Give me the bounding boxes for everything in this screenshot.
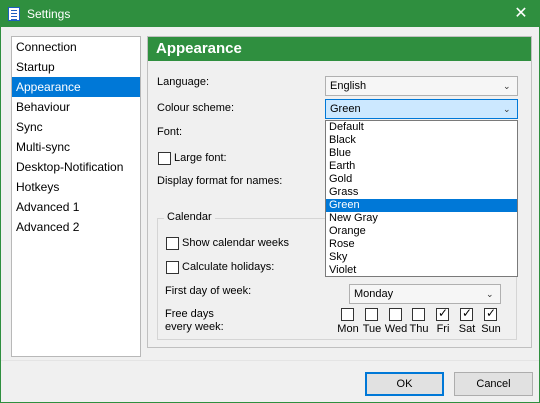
- free-day-sun-checkbox[interactable]: [484, 306, 497, 321]
- colour-option-green[interactable]: Green: [326, 199, 517, 212]
- chevron-down-icon: ⌄: [486, 289, 494, 299]
- free-days-label: Free days: [165, 308, 214, 320]
- large-font-label: Large font:: [174, 152, 227, 164]
- colour-option-sky[interactable]: Sky: [326, 251, 517, 264]
- calculate-holidays-label: Calculate holidays:: [182, 261, 275, 273]
- sidebar-item-connection[interactable]: Connection: [12, 37, 140, 57]
- colour-scheme-value: Green: [330, 103, 361, 115]
- colour-option-blue[interactable]: Blue: [326, 147, 517, 160]
- day-label-tue: Tue: [362, 323, 382, 335]
- colour-option-default[interactable]: Default: [326, 121, 517, 134]
- colour-option-black[interactable]: Black: [326, 134, 517, 147]
- calculate-holidays-checkbox[interactable]: [166, 261, 179, 274]
- free-day-thu-checkbox[interactable]: [412, 308, 425, 321]
- day-label-fri: Fri: [436, 323, 450, 335]
- day-label-sun: Sun: [481, 323, 501, 335]
- day-label-mon: Mon: [337, 323, 359, 335]
- title-bar: Settings ✕: [1, 1, 539, 27]
- cancel-button[interactable]: Cancel: [454, 372, 533, 396]
- sidebar-item-behaviour[interactable]: Behaviour: [12, 97, 140, 117]
- colour-option-new-gray[interactable]: New Gray: [326, 212, 517, 225]
- language-select[interactable]: English ⌄: [325, 76, 518, 96]
- app-document-icon: [8, 7, 20, 21]
- large-font-checkbox[interactable]: [158, 152, 171, 165]
- free-day-sat-checkbox[interactable]: [460, 306, 473, 321]
- settings-window: Settings ✕ Connection Startup Appearance…: [0, 0, 540, 403]
- settings-sidebar: Connection Startup Appearance Behaviour …: [11, 36, 141, 357]
- window-title: Settings: [27, 7, 71, 21]
- font-label: Font:: [157, 126, 183, 138]
- show-calendar-weeks-checkbox[interactable]: [166, 237, 179, 250]
- sidebar-item-multi-sync[interactable]: Multi-sync: [12, 137, 140, 157]
- sidebar-item-hotkeys[interactable]: Hotkeys: [12, 177, 140, 197]
- first-day-value: Monday: [354, 288, 394, 300]
- colour-option-earth[interactable]: Earth: [326, 160, 517, 173]
- colour-scheme-dropdown-list: Default Black Blue Earth Gold Grass Gree…: [325, 120, 518, 277]
- calendar-group-label: Calendar: [164, 211, 215, 223]
- day-label-sat: Sat: [458, 323, 476, 335]
- sidebar-item-appearance[interactable]: Appearance: [12, 77, 140, 97]
- sidebar-item-advanced-1[interactable]: Advanced 1: [12, 197, 140, 217]
- colour-option-gold[interactable]: Gold: [326, 173, 517, 186]
- free-day-mon-checkbox[interactable]: [341, 308, 354, 321]
- language-label: Language:: [157, 76, 209, 88]
- chevron-down-icon: ⌄: [503, 104, 511, 114]
- free-day-fri-checkbox[interactable]: [436, 306, 449, 321]
- colour-option-rose[interactable]: Rose: [326, 238, 517, 251]
- free-day-tue-checkbox[interactable]: [365, 308, 378, 321]
- free-day-wed-checkbox[interactable]: [389, 308, 402, 321]
- footer-divider: [1, 360, 539, 361]
- free-days-label-line2: every week:: [165, 321, 224, 333]
- colour-scheme-label: Colour scheme:: [157, 102, 235, 114]
- colour-option-violet[interactable]: Violet: [326, 264, 517, 277]
- ok-button[interactable]: OK: [365, 372, 444, 396]
- day-label-thu: Thu: [409, 323, 429, 335]
- show-calendar-weeks-label: Show calendar weeks: [182, 237, 290, 249]
- sidebar-item-sync[interactable]: Sync: [12, 117, 140, 137]
- chevron-down-icon: ⌄: [503, 81, 511, 91]
- colour-scheme-select[interactable]: Green ⌄: [325, 99, 518, 119]
- language-value: English: [330, 80, 367, 92]
- close-icon[interactable]: ✕: [509, 3, 533, 25]
- first-day-select[interactable]: Monday ⌄: [349, 284, 501, 304]
- first-day-label: First day of week:: [165, 285, 252, 297]
- sidebar-item-desktop-notification[interactable]: Desktop-Notification: [12, 157, 140, 177]
- sidebar-item-advanced-2[interactable]: Advanced 2: [12, 217, 140, 237]
- sidebar-item-startup[interactable]: Startup: [12, 57, 140, 77]
- display-format-label: Display format for names:: [157, 175, 283, 187]
- colour-option-orange[interactable]: Orange: [326, 225, 517, 238]
- panel-title: Appearance: [148, 37, 531, 61]
- colour-option-grass[interactable]: Grass: [326, 186, 517, 199]
